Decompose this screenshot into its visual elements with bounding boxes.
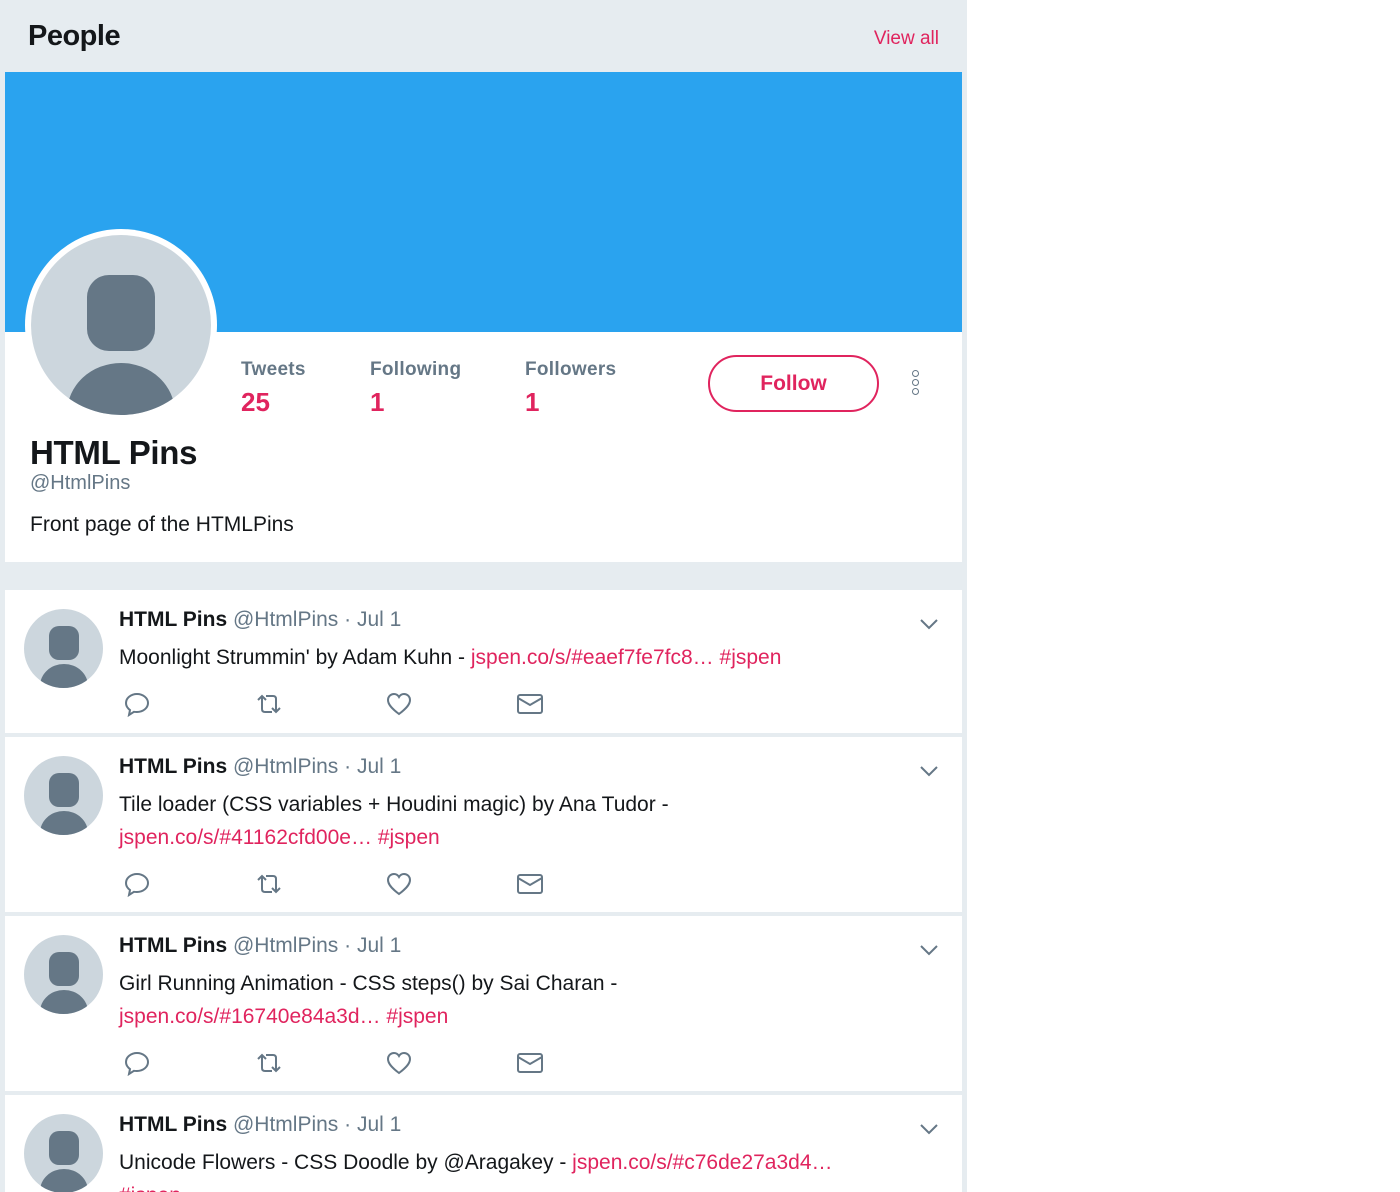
tweet-date[interactable]: Jul 1: [357, 755, 401, 778]
tweet-hashtag[interactable]: #jspen: [378, 826, 440, 849]
stat-tweets-value: 25: [241, 387, 270, 417]
tweet-author-name[interactable]: HTML Pins: [119, 1113, 227, 1136]
tweet-text: Tile loader (CSS variables + Houdini mag…: [119, 788, 919, 854]
reply-icon[interactable]: [123, 690, 151, 718]
tweet-link[interactable]: jspen.co/s/#16740e84a3d…: [119, 1005, 381, 1028]
stat-tweets-label: Tweets: [241, 359, 306, 380]
tweet-item[interactable]: HTML Pins @HtmlPins · Jul 1 Girl Running…: [5, 916, 962, 1091]
tweet-hashtag[interactable]: #jspen: [119, 1184, 181, 1192]
tweet-link[interactable]: jspen.co/s/#c76de27a3d4…: [572, 1151, 832, 1174]
default-avatar-icon: [31, 235, 211, 415]
reply-icon[interactable]: [123, 870, 151, 898]
heart-icon[interactable]: [385, 1049, 413, 1077]
tweet-author-handle[interactable]: @HtmlPins: [233, 755, 338, 778]
tweet-text: Unicode Flowers - CSS Doodle by @Aragake…: [119, 1146, 919, 1192]
profile-name[interactable]: HTML Pins: [30, 434, 198, 472]
stat-tweets[interactable]: Tweets 25: [241, 359, 306, 418]
tweet-item[interactable]: HTML Pins @HtmlPins · Jul 1 Moonlight St…: [5, 590, 962, 733]
chevron-down-icon[interactable]: [917, 942, 941, 958]
chevron-down-icon[interactable]: [917, 763, 941, 779]
heart-icon[interactable]: [385, 690, 413, 718]
tweet-link[interactable]: jspen.co/s/#eaef7fe7fc8…: [471, 646, 714, 669]
tweet-author-name[interactable]: HTML Pins: [119, 755, 227, 778]
tweet-header: HTML Pins @HtmlPins · Jul 1: [119, 755, 401, 779]
people-title: People: [28, 20, 121, 52]
tweet-date[interactable]: Jul 1: [357, 934, 401, 957]
tweet-separator: ·: [344, 1113, 352, 1136]
tweet-author-handle[interactable]: @HtmlPins: [233, 608, 338, 631]
tweet-avatar[interactable]: [24, 935, 103, 1014]
people-panel: People View all Tweets 25 Following 1 Fo…: [0, 0, 967, 1192]
tweet-date[interactable]: Jul 1: [357, 1113, 401, 1136]
stat-followers[interactable]: Followers 1: [525, 359, 616, 418]
tweet-body: Moonlight Strummin' by Adam Kuhn -: [119, 646, 465, 669]
heart-icon[interactable]: [385, 870, 413, 898]
stat-following[interactable]: Following 1: [370, 359, 461, 418]
tweet-item[interactable]: HTML Pins @HtmlPins · Jul 1 Unicode Flow…: [5, 1095, 962, 1192]
tweet-hashtag[interactable]: #jspen: [386, 1005, 448, 1028]
tweet-avatar[interactable]: [24, 1114, 103, 1192]
more-vertical-icon[interactable]: [905, 370, 925, 400]
tweet-separator: ·: [344, 934, 352, 957]
tweet-link[interactable]: jspen.co/s/#41162cfd00e…: [119, 826, 372, 849]
mail-icon[interactable]: [516, 870, 544, 898]
tweet-body: Girl Running Animation - CSS steps() by …: [119, 972, 618, 995]
tweet-header: HTML Pins @HtmlPins · Jul 1: [119, 608, 401, 632]
tweet-header: HTML Pins @HtmlPins · Jul 1: [119, 934, 401, 958]
tweet-separator: ·: [344, 608, 352, 631]
tweet-avatar[interactable]: [24, 756, 103, 835]
mail-icon[interactable]: [516, 1049, 544, 1077]
stat-following-label: Following: [370, 359, 462, 380]
tweet-author-handle[interactable]: @HtmlPins: [233, 934, 338, 957]
tweet-author-name[interactable]: HTML Pins: [119, 934, 227, 957]
tweet-body: Tile loader (CSS variables + Houdini mag…: [119, 793, 669, 816]
tweet-date[interactable]: Jul 1: [357, 608, 401, 631]
profile-handle[interactable]: @HtmlPins: [30, 472, 130, 495]
view-all-link[interactable]: View all: [874, 28, 939, 50]
tweet-author-handle[interactable]: @HtmlPins: [233, 1113, 338, 1136]
tweet-separator: ·: [344, 755, 352, 778]
tweet-item[interactable]: HTML Pins @HtmlPins · Jul 1 Tile loader …: [5, 737, 962, 912]
mail-icon[interactable]: [516, 690, 544, 718]
tweet-avatar[interactable]: [24, 609, 103, 688]
retweet-icon[interactable]: [254, 690, 282, 718]
profile-avatar[interactable]: [25, 229, 217, 421]
follow-button[interactable]: Follow: [708, 355, 879, 412]
stat-following-value: 1: [370, 387, 385, 417]
profile-card: Tweets 25 Following 1 Followers 1 Follow…: [5, 72, 962, 562]
tweet-hashtag[interactable]: #jspen: [720, 646, 782, 669]
people-header: People View all: [0, 0, 967, 72]
tweet-header: HTML Pins @HtmlPins · Jul 1: [119, 1113, 401, 1137]
profile-bio: Front page of the HTMLPins: [30, 513, 294, 536]
retweet-icon[interactable]: [254, 1049, 282, 1077]
chevron-down-icon[interactable]: [917, 1121, 941, 1137]
tweet-author-name[interactable]: HTML Pins: [119, 608, 227, 631]
reply-icon[interactable]: [123, 1049, 151, 1077]
stat-followers-value: 1: [525, 387, 540, 417]
stat-followers-label: Followers: [525, 359, 617, 380]
tweet-text: Moonlight Strummin' by Adam Kuhn - jspen…: [119, 641, 919, 674]
chevron-down-icon[interactable]: [917, 616, 941, 632]
tweet-text: Girl Running Animation - CSS steps() by …: [119, 967, 919, 1033]
retweet-icon[interactable]: [254, 870, 282, 898]
tweet-body: Unicode Flowers - CSS Doodle by @Aragake…: [119, 1151, 567, 1174]
